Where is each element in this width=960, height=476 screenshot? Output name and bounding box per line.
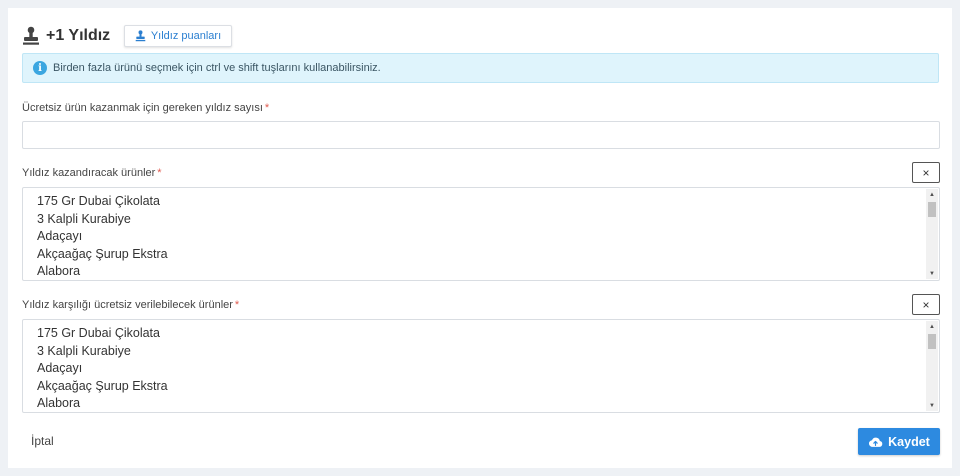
- info-text: Birden fazla ürünü seçmek için ctrl ve s…: [53, 62, 381, 74]
- star-settings-card: +1 Yıldız Yıldız puanları i Birden fazla…: [8, 8, 952, 468]
- star-count-input[interactable]: [22, 121, 940, 149]
- cancel-button[interactable]: İptal: [31, 434, 54, 448]
- star-points-button-label: Yıldız puanları: [150, 30, 222, 42]
- earning-products-clear-button[interactable]: ×: [912, 162, 940, 183]
- earning-products-label: Yıldız kazandıracak ürünler *: [22, 167, 162, 179]
- info-icon: i: [33, 61, 47, 75]
- list-item[interactable]: 3 Kalpli Kurabiye: [37, 343, 168, 361]
- list-item[interactable]: 175 Gr Dubai Çikolata: [37, 193, 168, 211]
- list-item[interactable]: Akçaağaç Şurup Ekstra: [37, 378, 168, 396]
- list-item[interactable]: 175 Gr Dubai Çikolata: [37, 325, 168, 343]
- list-item[interactable]: Akçaağaç Şurup Ekstra: [37, 246, 168, 264]
- earning-products-label-text: Yıldız kazandıracak ürünler: [22, 167, 156, 179]
- stamp-icon: [23, 26, 39, 45]
- scrollbar-thumb[interactable]: [928, 202, 936, 217]
- star-points-button[interactable]: Yıldız puanları: [124, 25, 232, 47]
- scrollbar[interactable]: ▲ ▼: [926, 321, 938, 411]
- page-header: +1 Yıldız: [22, 24, 110, 48]
- list-item[interactable]: Alabora: [37, 395, 168, 412]
- free-products-label: Yıldız karşılığı ücretsiz verilebilecek …: [22, 299, 239, 311]
- free-products-clear-button[interactable]: ×: [912, 294, 940, 315]
- scroll-up-icon[interactable]: ▲: [926, 321, 938, 332]
- list-item[interactable]: 3 Kalpli Kurabiye: [37, 211, 168, 229]
- star-count-label: Ücretsiz ürün kazanmak için gereken yıld…: [22, 102, 269, 114]
- scrollbar-thumb[interactable]: [928, 334, 936, 349]
- star-count-label-text: Ücretsiz ürün kazanmak için gereken yıld…: [22, 102, 263, 114]
- stamp-icon: [135, 30, 146, 42]
- list-item[interactable]: Adaçayı: [37, 360, 168, 378]
- free-products-options: 175 Gr Dubai Çikolata 3 Kalpli Kurabiye …: [37, 325, 168, 412]
- info-alert: i Birden fazla ürünü seçmek için ctrl ve…: [22, 53, 939, 83]
- scrollbar[interactable]: ▲ ▼: [926, 189, 938, 279]
- list-item[interactable]: Adaçayı: [37, 228, 168, 246]
- earning-products-listbox[interactable]: 175 Gr Dubai Çikolata 3 Kalpli Kurabiye …: [22, 187, 940, 281]
- cloud-upload-icon: [869, 437, 883, 447]
- scroll-down-icon[interactable]: ▼: [926, 268, 938, 279]
- page-title: +1 Yıldız: [46, 27, 111, 44]
- free-products-listbox[interactable]: 175 Gr Dubai Çikolata 3 Kalpli Kurabiye …: [22, 319, 940, 413]
- required-marker: *: [157, 167, 162, 179]
- required-marker: *: [264, 102, 270, 114]
- required-marker: *: [234, 299, 240, 311]
- scroll-down-icon[interactable]: ▼: [926, 400, 938, 411]
- earning-products-options: 175 Gr Dubai Çikolata 3 Kalpli Kurabiye …: [37, 193, 168, 280]
- free-products-label-text: Yıldız karşılığı ücretsiz verilebilecek …: [22, 299, 233, 311]
- save-button[interactable]: Kaydet: [858, 428, 940, 455]
- save-button-label: Kaydet: [888, 434, 930, 449]
- list-item[interactable]: Alabora: [37, 263, 168, 280]
- scroll-up-icon[interactable]: ▲: [926, 189, 938, 200]
